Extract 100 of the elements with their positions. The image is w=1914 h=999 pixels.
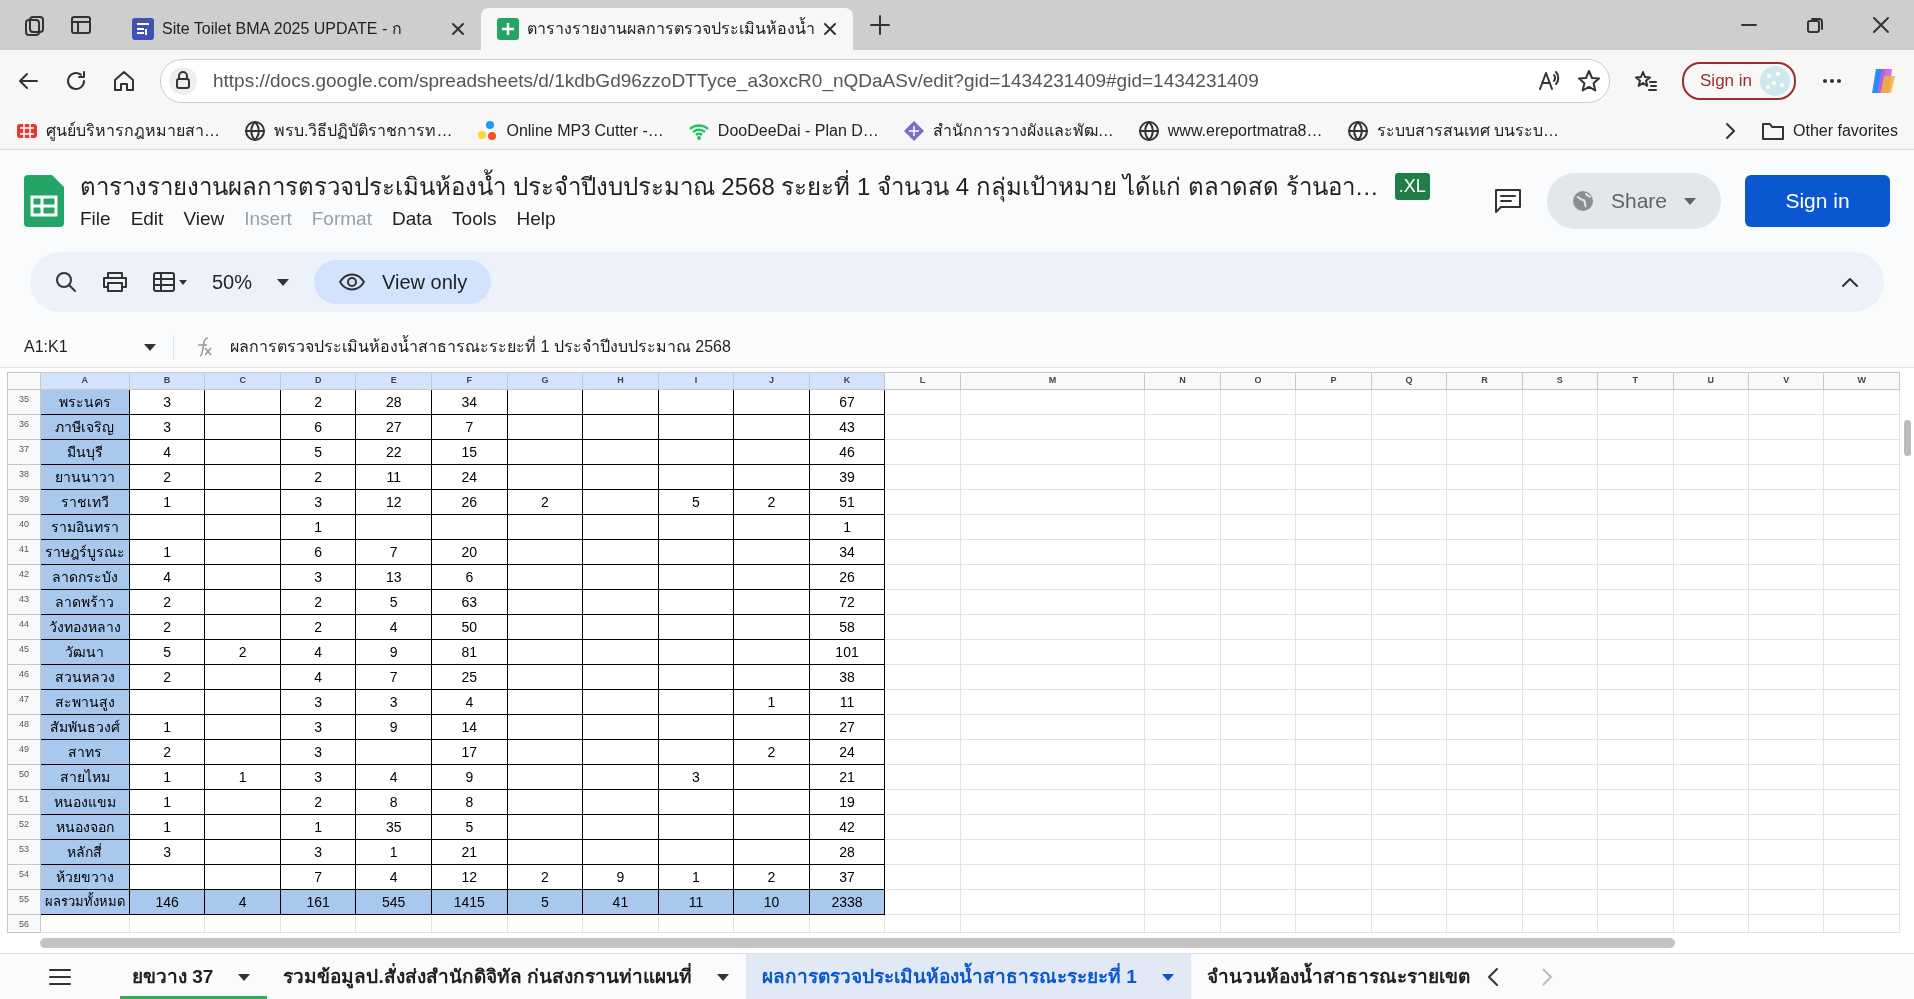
- row-number[interactable]: 42: [7, 564, 41, 590]
- menu-item[interactable]: Help: [506, 204, 566, 234]
- row-number[interactable]: 41: [7, 539, 41, 565]
- column-header[interactable]: C: [204, 372, 281, 390]
- column-header[interactable]: N: [1144, 372, 1221, 390]
- column-header[interactable]: M: [960, 372, 1145, 390]
- table-cell: 1: [163, 768, 171, 785]
- search-icon[interactable]: [54, 270, 78, 294]
- column-header[interactable]: F: [431, 372, 508, 390]
- row-number[interactable]: 47: [7, 689, 41, 715]
- table-cell: 2: [314, 468, 323, 485]
- bookmark[interactable]: Online MP3 Cutter -…: [476, 118, 664, 143]
- browser-tab[interactable]: ตารางรายงานผลการตรวจประเมินห้องน้ำ: [481, 8, 853, 50]
- row-label: ราชเทวี: [60, 493, 109, 510]
- chevron-right-icon[interactable]: [1723, 121, 1738, 140]
- row-number[interactable]: 35: [7, 389, 41, 415]
- new-tab-icon[interactable]: [869, 14, 891, 36]
- zoom-dropdown[interactable]: 50%: [212, 267, 291, 297]
- workspaces-icon[interactable]: [24, 14, 46, 36]
- chevron-left-icon[interactable]: [1485, 967, 1500, 987]
- bookmark[interactable]: www.ereportmatra8…: [1137, 118, 1323, 143]
- sheet-tab[interactable]: ผลการตรวจประเมินห้องน้ำสาธารณะระยะที่ 1: [746, 954, 1191, 999]
- table-cell: 24: [461, 468, 478, 485]
- column-header[interactable]: P: [1295, 372, 1372, 390]
- menu-icon[interactable]: [48, 967, 72, 987]
- address-bar[interactable]: https://docs.google.com/spreadsheets/d/1kdbGd96zzoDTTyce_a3oxcR0_nQDaASv/edit?gid=1434231409#gid=1434231409: [160, 59, 1610, 103]
- column-header[interactable]: A: [40, 372, 130, 390]
- scrollbar-thumb[interactable]: [40, 937, 1675, 948]
- column-header[interactable]: V: [1748, 372, 1824, 390]
- column-header[interactable]: K: [809, 372, 885, 390]
- column-header[interactable]: J: [733, 372, 810, 390]
- restore-icon[interactable]: [1806, 16, 1824, 34]
- sheet-tab[interactable]: ยขวาง 37: [120, 954, 268, 999]
- bookmark-folder[interactable]: Other favorites: [1761, 118, 1898, 143]
- column-header[interactable]: T: [1597, 372, 1674, 390]
- column-header[interactable]: L: [884, 372, 961, 390]
- column-header[interactable]: B: [129, 372, 205, 390]
- table-cell: 34: [461, 393, 478, 410]
- column-header[interactable]: Q: [1371, 372, 1447, 390]
- sign-in-button[interactable]: Sign in: [1682, 62, 1796, 100]
- bookmark[interactable]: ระบบสารสนเทศ บนระบ…: [1346, 118, 1559, 143]
- column-header[interactable]: U: [1673, 372, 1749, 390]
- scrollbar-thumb[interactable]: [1904, 420, 1912, 456]
- row-number[interactable]: 50: [7, 764, 41, 790]
- browser-tab[interactable]: Site Toilet BMA 2025 UPDATE - ก: [116, 8, 481, 50]
- favorites-icon[interactable]: [1634, 69, 1658, 93]
- column-header[interactable]: W: [1823, 372, 1900, 390]
- menu-item[interactable]: Edit: [120, 204, 174, 234]
- refresh-icon[interactable]: [64, 69, 88, 93]
- row-number[interactable]: 52: [7, 814, 41, 840]
- row-number[interactable]: 46: [7, 664, 41, 690]
- row-number[interactable]: 39: [7, 489, 41, 515]
- row-number[interactable]: 43: [7, 589, 41, 615]
- caret-icon: [1160, 972, 1175, 982]
- row-number[interactable]: 37: [7, 439, 41, 465]
- menu-item[interactable]: Tools: [442, 204, 507, 234]
- close-icon[interactable]: [823, 22, 837, 36]
- comment-icon[interactable]: [1492, 186, 1523, 216]
- menu-item[interactable]: View: [173, 204, 235, 234]
- column-header[interactable]: G: [507, 372, 583, 390]
- column-header[interactable]: E: [355, 372, 432, 390]
- column-header[interactable]: H: [582, 372, 659, 390]
- sheet-tab[interactable]: รวมข้อมูลป.สั่งส่งสำนักดิจิทัล ก่นสงกรานท่าแผนที่: [267, 954, 746, 999]
- sign-in-button[interactable]: Sign in: [1745, 175, 1890, 227]
- column-header[interactable]: S: [1522, 372, 1598, 390]
- close-icon[interactable]: [451, 22, 465, 36]
- column-header[interactable]: I: [658, 372, 734, 390]
- bookmark[interactable]: DooDeeDai - Plan D…: [687, 118, 879, 143]
- share-button[interactable]: Share: [1546, 173, 1721, 229]
- print-icon[interactable]: [102, 270, 128, 294]
- row-number[interactable]: 55: [7, 889, 41, 915]
- menu-item[interactable]: File: [80, 204, 121, 234]
- column-header[interactable]: O: [1220, 372, 1296, 390]
- read-aloud-icon[interactable]: [1537, 69, 1561, 93]
- row-number[interactable]: 40: [7, 514, 41, 540]
- bookmark[interactable]: ศูนย์บริหารกฎหมายสา…: [16, 118, 220, 143]
- bookmark[interactable]: สำนักการวางผังและพัฒ…: [902, 118, 1114, 143]
- row-number[interactable]: 48: [7, 714, 41, 740]
- home-icon[interactable]: [112, 69, 136, 93]
- name-box[interactable]: A1:K1: [24, 334, 174, 359]
- column-header[interactable]: D: [280, 372, 356, 390]
- row-number[interactable]: 53: [7, 839, 41, 865]
- bookmark[interactable]: พรบ.วิธีปฏิบัติราชการท…: [244, 118, 453, 143]
- row-number[interactable]: 51: [7, 789, 41, 815]
- row-number[interactable]: 36: [7, 414, 41, 440]
- sheet-view-icon[interactable]: [152, 270, 188, 294]
- collapse-icon[interactable]: [1840, 275, 1860, 289]
- table-cell: 21: [839, 768, 855, 785]
- menu-item[interactable]: Data: [381, 204, 443, 234]
- row-number[interactable]: 49: [7, 739, 41, 765]
- view-only-button[interactable]: View only: [314, 260, 492, 304]
- row-number[interactable]: 54: [7, 864, 41, 890]
- sheet-tab[interactable]: จำนวนห้องน้ำสาธารณะรายเขต: [1190, 954, 1486, 999]
- close-icon[interactable]: [1872, 16, 1890, 34]
- tab-actions-icon[interactable]: [70, 14, 92, 36]
- favorite-star-icon[interactable]: [1577, 69, 1601, 93]
- row-number[interactable]: 44: [7, 614, 41, 640]
- column-header[interactable]: R: [1446, 372, 1523, 390]
- row-number[interactable]: 45: [7, 639, 41, 665]
- row-number[interactable]: 38: [7, 464, 41, 490]
